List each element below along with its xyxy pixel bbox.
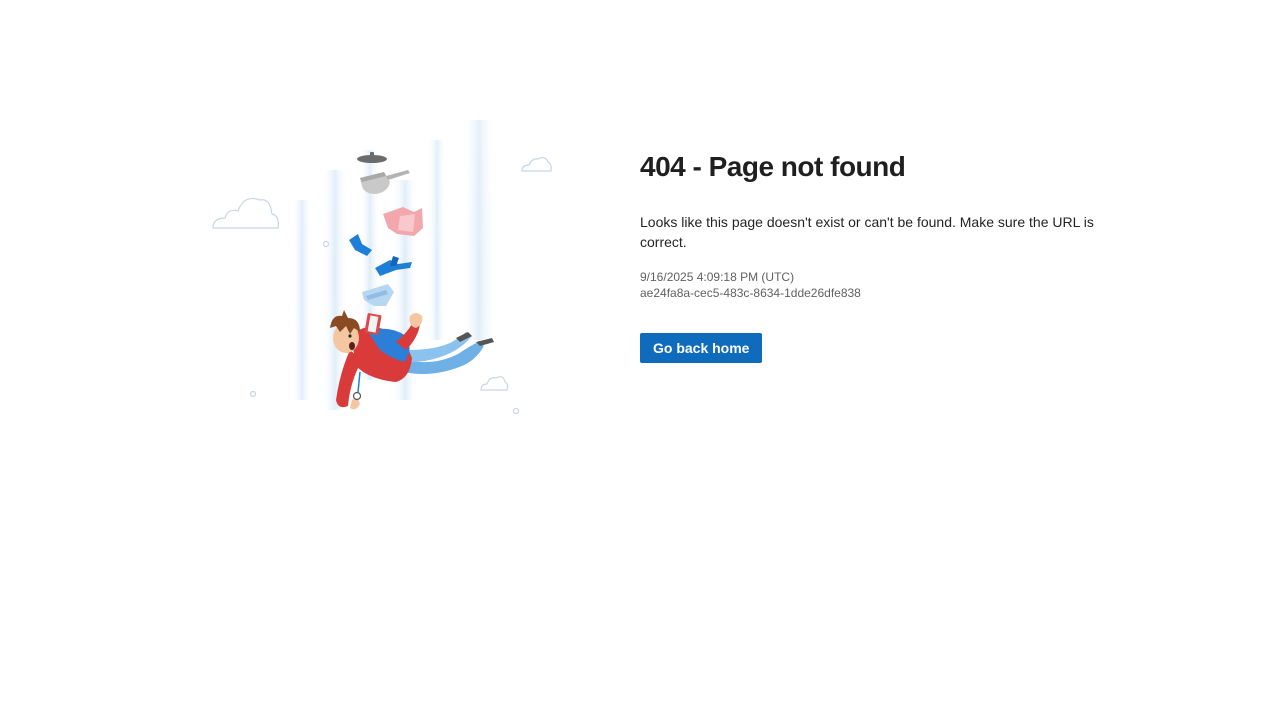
falling-person-illustration	[200, 110, 570, 430]
page-title: 404 - Page not found	[640, 151, 906, 182]
error-message: Looks like this page doesn't exist or ca…	[640, 214, 1094, 250]
cloud-icon	[521, 156, 552, 172]
go-back-home-button[interactable]: Go back home	[640, 333, 763, 363]
request-id: ae24fa8a-cec5-483c-8634-1dde26dfe838	[640, 286, 861, 300]
error-page: 404 - Page not found Looks like this pag…	[0, 0, 1280, 720]
error-content: 404 - Page not found Looks like this pag…	[640, 150, 1110, 363]
cloud-icon	[212, 197, 279, 229]
error-details: 9/16/2025 4:09:18 PM (UTC) ae24fa8a-cec5…	[640, 269, 1110, 301]
timestamp: 9/16/2025 4:09:18 PM (UTC)	[640, 270, 795, 284]
